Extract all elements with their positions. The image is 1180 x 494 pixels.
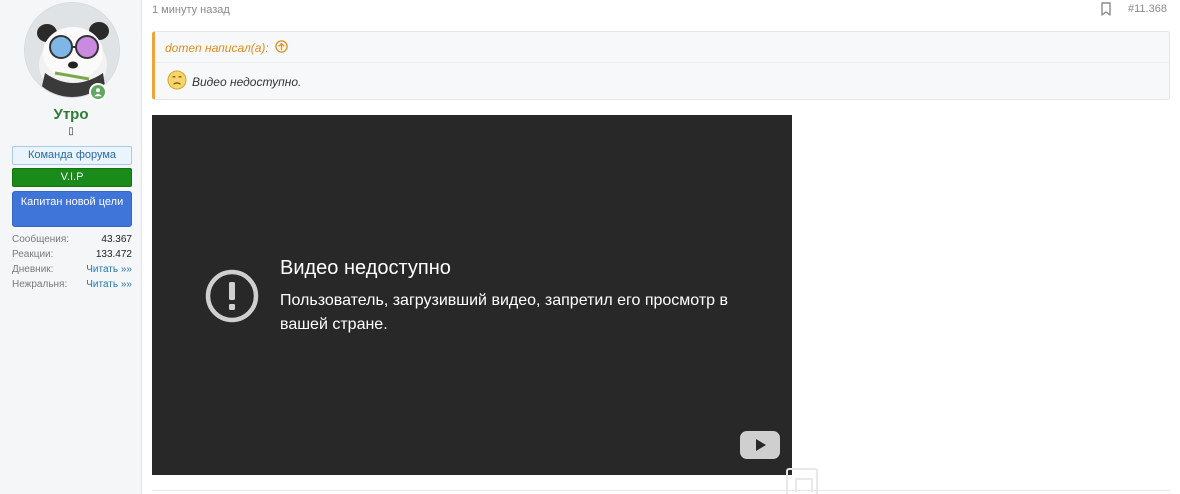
- quote-header[interactable]: domen написал(а):: [165, 40, 288, 56]
- stat-label: Дневник:: [12, 264, 54, 275]
- bookmark-icon[interactable]: [1100, 2, 1112, 21]
- author-sidebar: Утро ▯ Команда форума V.I.P Капитан ново…: [0, 0, 142, 494]
- nezhralnya-read-link[interactable]: Читать »»: [86, 277, 132, 292]
- quote-block: domen написал(а): Видео недоступно.: [152, 31, 1170, 100]
- online-status-indicator: [89, 83, 107, 101]
- quote-author[interactable]: domen написал(а):: [165, 41, 269, 55]
- video-unavailable-title: Видео недоступно: [280, 257, 451, 279]
- stat-label: Сообщения:: [12, 234, 70, 245]
- stat-row-nezhralnya: Нежральня: Читать »»: [12, 277, 132, 292]
- badge-forum-team: Команда форума: [12, 146, 132, 165]
- username[interactable]: Утро: [0, 106, 142, 123]
- post-time[interactable]: 1 минуту назад: [152, 4, 230, 16]
- stat-value: 43.367: [101, 234, 132, 245]
- post-number-link[interactable]: #11.368: [1128, 3, 1167, 15]
- sad-face-icon: [167, 70, 187, 93]
- video-embed[interactable]: Видео недоступно Пользователь, загрузивш…: [152, 115, 792, 475]
- stat-row-messages: Сообщения: 43.367: [12, 232, 132, 247]
- video-unavailable-description: Пользователь, загрузивший видео, запрети…: [280, 292, 729, 333]
- author-stats: Сообщения: 43.367 Реакции: 133.472 Дневн…: [12, 232, 132, 292]
- arrow-up-circle-icon[interactable]: [275, 40, 288, 56]
- user-title-glyph: ▯: [68, 126, 74, 137]
- stat-row-diary: Дневник: Читать »»: [12, 262, 132, 277]
- quote-body: Видео недоступно.: [167, 70, 301, 93]
- avatar-wrapper: [24, 2, 120, 101]
- panda-avatar-image: [25, 3, 119, 97]
- online-icon: [91, 85, 105, 99]
- alert-circle-icon: [204, 268, 260, 329]
- diary-read-link[interactable]: Читать »»: [86, 262, 132, 277]
- badge-captain: Капитан новой цели: [12, 191, 132, 227]
- stat-label: Нежральня:: [12, 279, 68, 290]
- forum-post: Утро ▯ Команда форума V.I.P Капитан ново…: [0, 0, 1180, 494]
- youtube-play-icon[interactable]: [739, 430, 781, 465]
- post-footer-divider: [152, 490, 1170, 491]
- quote-text: Видео недоступно.: [192, 74, 302, 89]
- stat-row-reactions: Реакции: 133.472: [12, 247, 132, 262]
- avatar[interactable]: [24, 2, 120, 98]
- badge-vip: V.I.P: [12, 168, 132, 187]
- stat-value: 133.472: [95, 249, 132, 260]
- quote-divider: [155, 62, 1169, 63]
- stat-label: Реакции:: [12, 249, 54, 260]
